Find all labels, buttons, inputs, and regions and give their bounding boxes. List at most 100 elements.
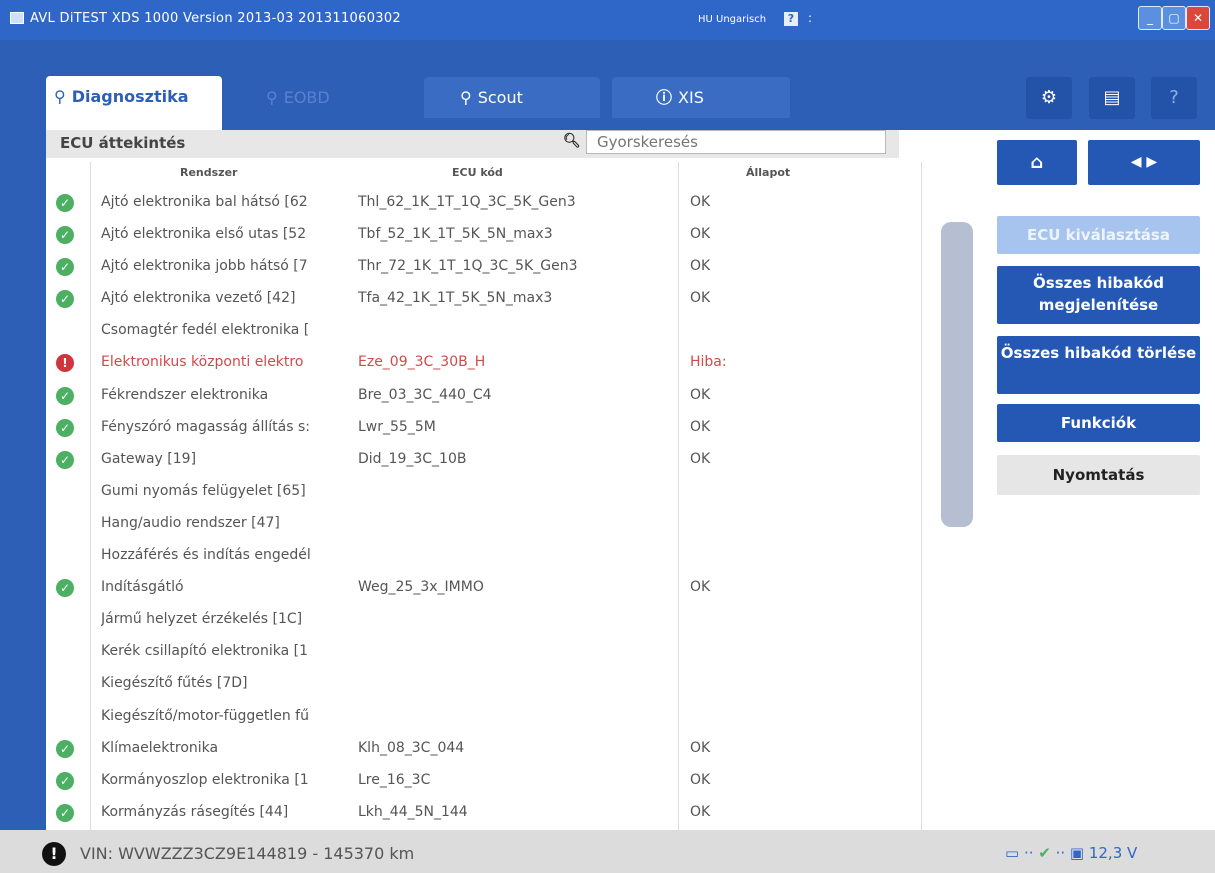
functions-button[interactable]: Funkciók xyxy=(997,404,1200,442)
row-system-name: Kormányoszlop elektronika [1 xyxy=(101,771,309,788)
row-system-name: Elektronikus központi elektro xyxy=(101,354,304,371)
table-row[interactable]: ✓ Fékrendszer elektronika Bre_03_3C_440_C4… xyxy=(46,383,936,415)
ok-check-icon: ✓ xyxy=(56,450,74,469)
connection-status: ▭ ·· ✔ ·· ▣ 12,3 V xyxy=(1005,844,1137,862)
tab-label: Diagnosztika xyxy=(71,87,189,106)
table-header: Rendszer ECU kód Állapot xyxy=(46,162,936,184)
column-header-ecu-code[interactable]: ECU kód xyxy=(452,166,503,179)
tab-scout[interactable]: ⚲ Scout xyxy=(424,77,600,118)
table-row[interactable]: Kiegészítő/motor-független fű xyxy=(46,704,936,736)
row-system-name: Klímaelektronika xyxy=(101,739,219,756)
row-state: OK xyxy=(690,771,711,788)
table-row[interactable]: ✓ Fényszóró magasság állítás s: Lwr_55_5M O… xyxy=(46,415,936,447)
table-row[interactable]: ✓ Kormányzás rásegítés [44] Lkh_44_5N_144 O… xyxy=(46,800,936,832)
table-row[interactable]: ✓ Ajtó elektronika bal hátsó [62 Thl_62_1K… xyxy=(46,190,936,222)
error-alert-icon[interactable]: ! xyxy=(42,842,66,866)
table-row[interactable]: Kiegészítő fűtés [7D] xyxy=(46,671,936,703)
row-state: OK xyxy=(690,226,711,243)
table-row[interactable]: Jármű helyzet érzékelés [1C] xyxy=(46,607,936,639)
row-system-name: Hozzáférés és indítás engedél xyxy=(101,547,311,564)
row-system-name: Kormányzás rásegítés [44] xyxy=(101,803,289,820)
delete-all-fault-codes-button[interactable]: Összes hibakód törlése xyxy=(997,336,1200,394)
row-system-name: Fényszóró magasság állítás s: xyxy=(101,418,310,435)
table-row[interactable]: Kerék csillapító elektronika [1 xyxy=(46,639,936,671)
row-ecu-code: Weg_25_3x_IMMO xyxy=(358,579,484,596)
messages-button[interactable]: ▤ xyxy=(1089,77,1135,119)
row-state: OK xyxy=(690,418,711,435)
row-system-name: Ajtó elektronika vezető [42] xyxy=(101,290,296,307)
ok-check-icon: ✓ xyxy=(56,418,74,437)
table-scrollbar[interactable] xyxy=(941,222,973,527)
row-ecu-code: Lwr_55_5M xyxy=(358,418,436,435)
row-ecu-code: Klh_08_3C_044 xyxy=(358,739,465,756)
column-header-state[interactable]: Állapot xyxy=(746,166,790,179)
row-state: OK xyxy=(690,450,711,467)
table-row[interactable]: Hozzáférés és indítás engedél xyxy=(46,543,936,575)
tab-label: Scout xyxy=(477,88,523,107)
close-button[interactable]: ✕ xyxy=(1186,6,1210,30)
row-ecu-code: Thr_72_1K_1T_1Q_3C_5K_Gen3 xyxy=(358,258,578,275)
ecu-select-button[interactable]: ECU kiválasztása xyxy=(997,216,1200,254)
row-system-name: Gumi nyomás felügyelet [65] xyxy=(101,482,306,499)
title-bar: AVL DiTEST XDS 1000 Version 2013-03 2013… xyxy=(0,0,1215,40)
home-button[interactable]: ⌂ xyxy=(997,140,1077,185)
home-icon: ⌂ xyxy=(1030,152,1044,173)
table-row[interactable]: ✓ Ajtó elektronika vezető [42] Tfa_42_1K_1… xyxy=(46,286,936,318)
row-state: OK xyxy=(690,258,711,275)
car-search-icon: ⚲ xyxy=(54,87,66,106)
language-indicator[interactable]: HU Ungarisch xyxy=(698,14,766,25)
column-header-system[interactable]: Rendszer xyxy=(180,166,237,179)
print-button[interactable]: Nyomtatás xyxy=(997,455,1200,495)
row-system-name: Kiegészítő/motor-független fű xyxy=(101,707,309,724)
ok-check-icon: ✓ xyxy=(56,579,74,598)
row-system-name: Csomagtér fedél elektronika [ xyxy=(101,322,310,339)
table-row[interactable]: ✓ Gateway [19] Did_19_3C_10B OK xyxy=(46,447,936,479)
table-row[interactable]: Csomagtér fedél elektronika [ xyxy=(46,318,936,350)
error-status-icon: ! xyxy=(56,354,74,373)
maximize-button[interactable]: ▢ xyxy=(1162,6,1186,30)
action-panel: ⌂ ◀ ▶ ECU kiválasztása Összes hibakód me… xyxy=(980,130,1215,830)
table-row[interactable]: ✓ Ajtó elektronika jobb hátsó [7 Thr_72_1K… xyxy=(46,254,936,286)
row-system-name: Ajtó elektronika első utas [52 xyxy=(101,226,307,243)
table-row[interactable]: ✓ Indításgátló Weg_25_3x_IMMO OK xyxy=(46,575,936,607)
row-state: OK xyxy=(690,739,711,756)
app-icon xyxy=(10,12,24,24)
show-all-fault-codes-button[interactable]: Összes hibakód megjelenítése xyxy=(997,266,1200,324)
tab-diagnosztika[interactable]: ⚲ Diagnosztika xyxy=(46,76,222,130)
minimize-button[interactable]: _ xyxy=(1138,6,1162,30)
window-title: AVL DiTEST XDS 1000 Version 2013-03 2013… xyxy=(30,11,401,26)
check-icon: ✔ xyxy=(1038,844,1051,862)
back-forward-button[interactable]: ◀ ▶ xyxy=(1088,140,1200,185)
settings-button[interactable]: ⚙ xyxy=(1026,77,1072,119)
ok-check-icon: ✓ xyxy=(56,803,74,822)
table-row[interactable]: ✓ Ajtó elektronika első utas [52 Tbf_52_1K… xyxy=(46,222,936,254)
help-button[interactable]: ? xyxy=(1151,77,1197,119)
row-state: OK xyxy=(690,386,711,403)
menu-dots-icon[interactable]: : xyxy=(808,11,812,25)
table-row[interactable]: Gumi nyomás felügyelet [65] xyxy=(46,479,936,511)
row-state: OK xyxy=(690,803,711,820)
ecu-table: ✓ Ajtó elektronika bal hátsó [62 Thl_62_1K… xyxy=(46,190,936,832)
table-row[interactable]: ✓ Kormányoszlop elektronika [1 Lre_16_3C OK xyxy=(46,768,936,800)
car-search-icon: ⚲ xyxy=(460,88,472,107)
gear-icon: ⚙ xyxy=(1040,87,1058,108)
help-icon[interactable]: ? xyxy=(784,12,798,26)
row-ecu-code: Lkh_44_5N_144 xyxy=(358,803,468,820)
row-ecu-code: Lre_16_3C xyxy=(358,771,431,788)
row-state: OK xyxy=(690,290,711,307)
ecu-overview-title: ECU áttekintés xyxy=(60,134,186,152)
table-row[interactable]: ✓ Klímaelektronika Klh_08_3C_044 OK xyxy=(46,736,936,768)
quick-search-input[interactable] xyxy=(586,130,886,154)
row-state: OK xyxy=(690,579,711,596)
row-ecu-code: Tbf_52_1K_1T_5K_5N_max3 xyxy=(358,226,553,243)
ok-check-icon: ✓ xyxy=(56,290,74,309)
question-icon: ? xyxy=(1169,87,1179,108)
table-row[interactable]: ! Elektronikus központi elektro Eze_09_3C_… xyxy=(46,350,936,382)
ok-check-icon: ✓ xyxy=(56,226,74,245)
tab-eobd[interactable]: ⚲ EOBD xyxy=(236,77,412,118)
status-bar: ! VIN: WVWZZZ3CZ9E144819 - 145370 km ▭ ·… xyxy=(0,830,1215,873)
ok-check-icon: ✓ xyxy=(56,386,74,405)
tab-xis[interactable]: ⓘ XIS xyxy=(612,77,790,118)
row-ecu-code: Eze_09_3C_30B_H xyxy=(358,354,486,371)
table-row[interactable]: Hang/audio rendszer [47] xyxy=(46,511,936,543)
